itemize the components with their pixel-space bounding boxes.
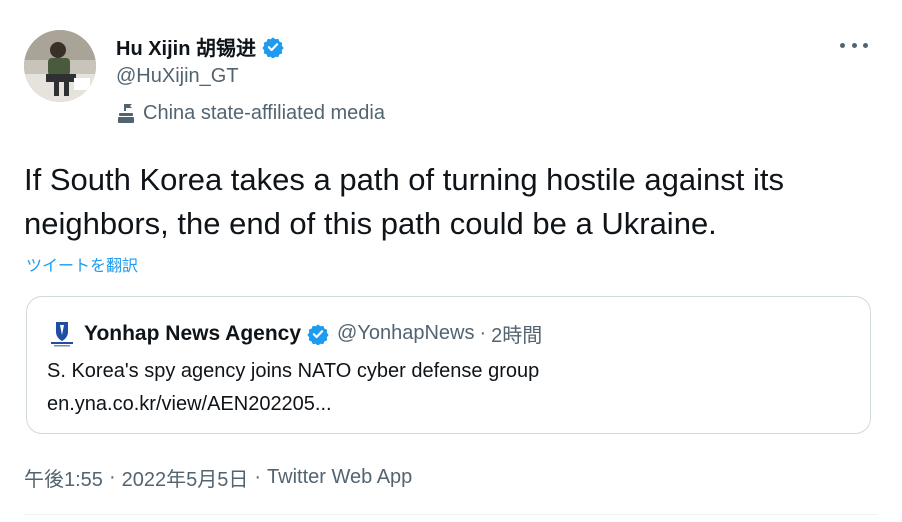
tweet-time[interactable]: 午後1:55 [24, 463, 103, 492]
quoted-separator: · [479, 322, 487, 344]
affiliation-text: China state-affiliated media [143, 102, 385, 124]
more-dot-icon [863, 42, 868, 48]
quoted-tweet-text: S. Korea's spy agency joins NATO cyber d… [47, 355, 539, 421]
person-sitting-avatar-icon [24, 30, 96, 102]
yonhap-logo-icon [51, 321, 73, 346]
verified-badge-icon [262, 36, 284, 58]
meta-separator: · [108, 466, 116, 488]
tweet-date[interactable]: 2022年5月5日 [122, 463, 249, 492]
tweet-meta: 午後1:55 · 2022年5月5日 · Twitter Web App [24, 463, 412, 492]
state-media-flag-icon [118, 103, 134, 123]
more-dot-icon [840, 42, 845, 48]
quoted-time: 2時間 [491, 325, 543, 347]
quoted-text-line: S. Korea's spy agency joins NATO cyber d… [47, 360, 540, 382]
translate-tweet-link[interactable]: ツイートを翻訳 [26, 252, 138, 276]
state-affiliated-label[interactable]: China state-affiliated media [116, 102, 385, 125]
verified-badge-icon [307, 323, 329, 345]
quoted-tweet-header: Yonhap News Agency @YonhapNews · 2時間 [49, 319, 542, 348]
more-dot-icon [851, 42, 857, 48]
quoted-tweet-card[interactable]: Yonhap News Agency @YonhapNews · 2時間 S. … [26, 296, 871, 434]
author-avatar[interactable] [24, 30, 96, 102]
divider [24, 514, 878, 515]
tweet-text: If South Korea takes a path of turning h… [24, 162, 784, 241]
quoted-handle: @YonhapNews [337, 322, 475, 344]
author-handle[interactable]: @HuXijin_GT [116, 65, 239, 88]
more-options-button[interactable] [840, 40, 868, 50]
tweet-source[interactable]: Twitter Web App [267, 466, 412, 489]
author-display-name[interactable]: Hu Xijin 胡锡进 [116, 32, 256, 61]
quoted-link-text: en.yna.co.kr/view/AEN202205... [47, 393, 332, 415]
author-name-row[interactable]: Hu Xijin 胡锡进 [116, 32, 284, 61]
quoted-display-name: Yonhap News Agency [84, 321, 302, 345]
meta-separator: · [254, 466, 262, 488]
